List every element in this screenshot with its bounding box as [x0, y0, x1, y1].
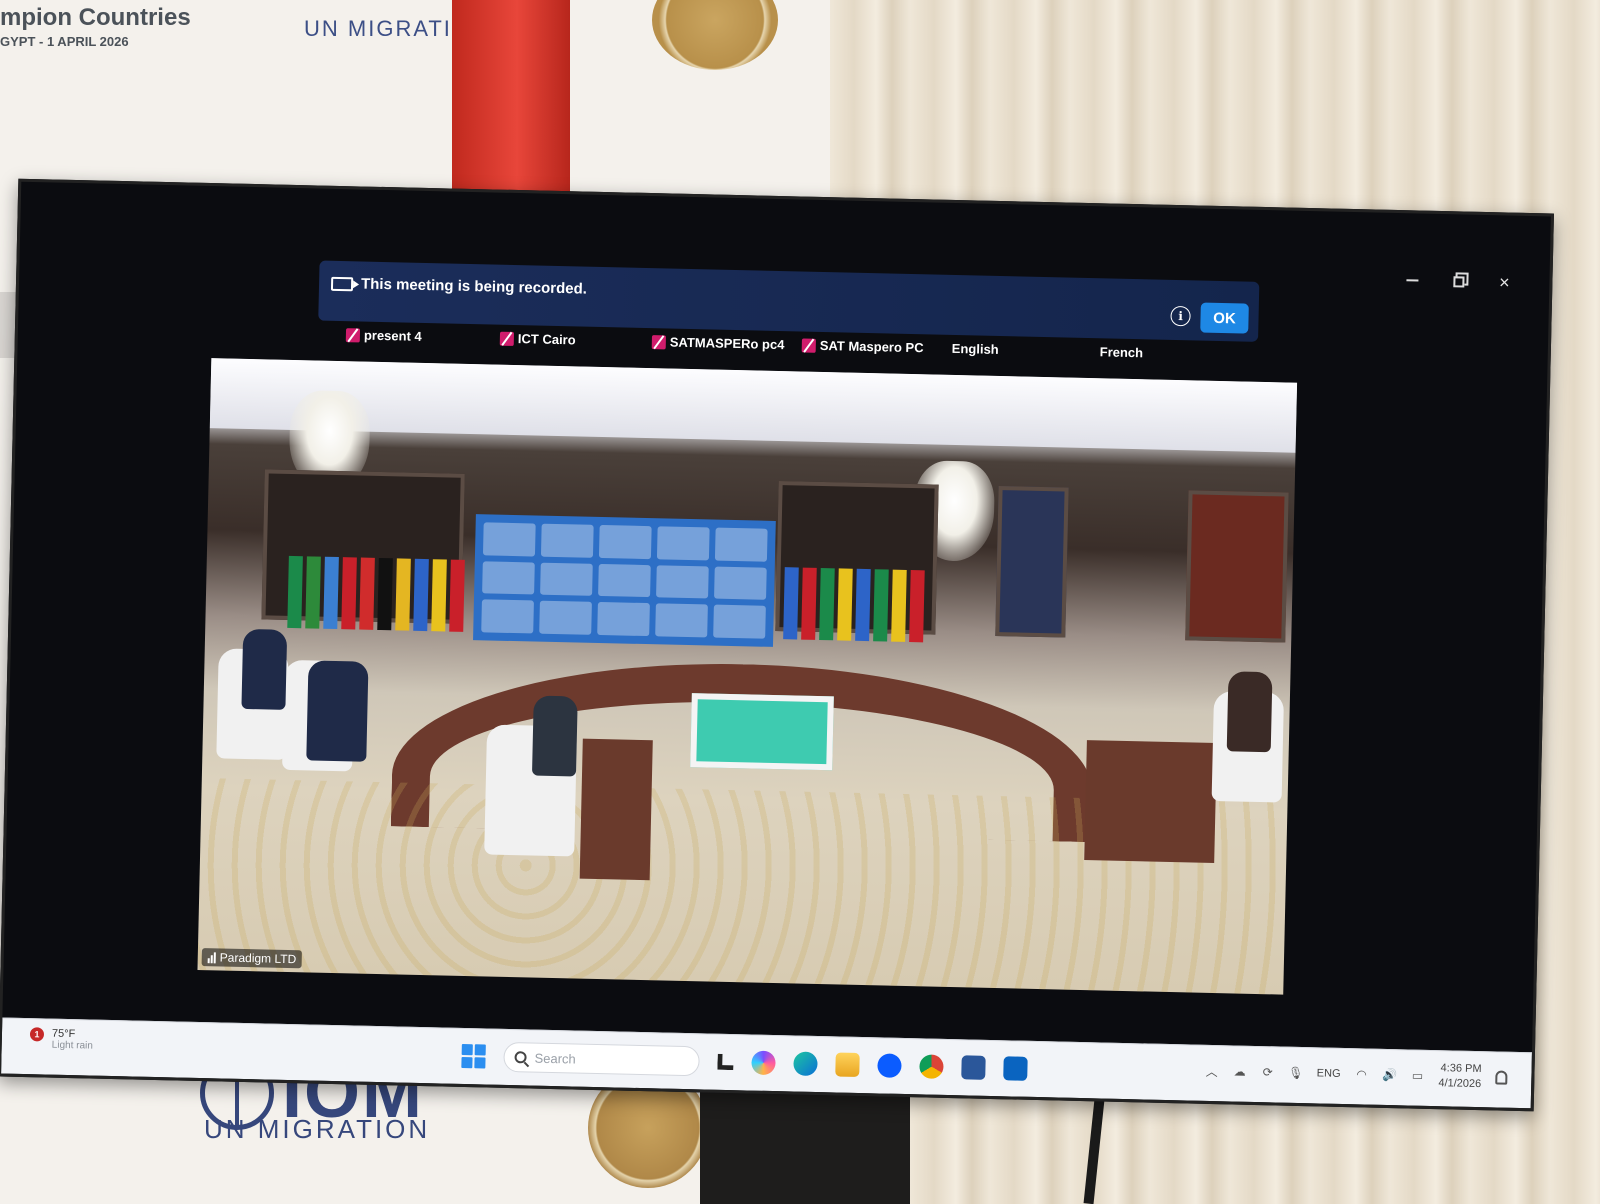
- participant-name: present 4: [363, 327, 422, 344]
- notification-bell-icon[interactable]: [1495, 1070, 1508, 1085]
- flag: [449, 559, 465, 632]
- word-icon[interactable]: [961, 1055, 986, 1080]
- participant-present-4[interactable]: present 4: [345, 327, 422, 344]
- microphone-icon[interactable]: 🎙: [1288, 1066, 1304, 1080]
- wall-door: [1185, 490, 1289, 643]
- chrome-icon[interactable]: [919, 1054, 944, 1079]
- event-backdrop: [473, 514, 776, 647]
- banner-org-top: UN MIGRATIC: [304, 16, 470, 41]
- flag: [837, 568, 853, 641]
- edge-icon[interactable]: [793, 1051, 818, 1077]
- participant-name: SATMASPERo pc4: [669, 334, 785, 353]
- muted-mic-icon: [651, 334, 667, 349]
- window-controls: ×: [1403, 271, 1513, 293]
- recording-notice-text: This meeting is being recorded.: [360, 275, 588, 298]
- delegate: [306, 660, 369, 762]
- wifi-icon[interactable]: ◠: [1354, 1067, 1368, 1081]
- flag: [341, 557, 357, 630]
- ok-button[interactable]: OK: [1200, 302, 1249, 334]
- participant-english[interactable]: English: [952, 341, 999, 357]
- tile-name: Paradigm LTD: [219, 950, 297, 967]
- clock[interactable]: 4:36 PM 4/1/2026: [1438, 1061, 1481, 1092]
- banner-title: mpion Countries: [0, 4, 191, 31]
- participant-sat-maspero-pc[interactable]: SAT Maspero PC: [801, 337, 924, 356]
- search-icon: [514, 1051, 527, 1064]
- active-speaker-video[interactable]: Paradigm LTD: [197, 358, 1298, 995]
- flag: [891, 569, 907, 642]
- chevron-up-icon[interactable]: ︿: [1205, 1064, 1219, 1078]
- flag: [431, 559, 447, 632]
- sync-icon[interactable]: ⟳: [1261, 1065, 1275, 1079]
- seal-top-emblem: [652, 0, 778, 70]
- copilot-icon[interactable]: [751, 1050, 776, 1076]
- flag: [909, 570, 925, 643]
- taskbar-apps: Search: [461, 1041, 1028, 1084]
- flag: [287, 555, 303, 629]
- muted-mic-icon: [499, 331, 515, 346]
- flag: [801, 567, 817, 640]
- flag: [855, 568, 871, 642]
- search-placeholder: Search: [534, 1050, 576, 1067]
- muted-mic-icon: [345, 327, 361, 342]
- participant-satmaspero-pc4[interactable]: SATMASPERo pc4: [651, 334, 785, 353]
- restore-button[interactable]: [1449, 272, 1467, 290]
- flag: [395, 558, 411, 631]
- weather-temperature: 75°F: [51, 1027, 76, 1041]
- desk-left: [579, 738, 653, 881]
- flag: [413, 558, 429, 632]
- volume-icon[interactable]: 🔊: [1382, 1068, 1397, 1082]
- clock-date: 4/1/2026: [1438, 1077, 1482, 1091]
- desk-right: [1084, 740, 1217, 863]
- logo-subtitle: UN MIGRATION: [204, 1114, 431, 1144]
- flag: [819, 567, 835, 641]
- weather-condition: Light rain: [51, 1039, 93, 1052]
- muted-mic-icon: [801, 338, 816, 353]
- participant-french[interactable]: French: [1100, 344, 1144, 360]
- restore-icon: [1452, 275, 1465, 288]
- info-icon[interactable]: i: [1170, 305, 1191, 327]
- delegate: [531, 695, 578, 777]
- taskbar-search[interactable]: Search: [503, 1041, 700, 1077]
- monitor-screen: × This meeting is being recorded. i OK p…: [0, 178, 1554, 1112]
- system-tray: ︿ ☁ ⟳ 🎙 ENG ◠ 🔊 ▭ 4:36 PM 4/1/2026: [1204, 1056, 1508, 1093]
- participant-ict-cairo[interactable]: ICT Cairo: [499, 331, 576, 348]
- clock-time: 4:36 PM: [1440, 1062, 1482, 1076]
- red-flag: [452, 0, 570, 220]
- signal-icon: [207, 951, 216, 963]
- participant-name: French: [1099, 344, 1144, 361]
- delegate: [1226, 671, 1273, 753]
- close-icon: ×: [1498, 271, 1510, 293]
- tile-name-label: Paradigm LTD: [201, 948, 303, 969]
- weather-alert-badge: 1: [29, 1027, 45, 1042]
- flag: [377, 557, 393, 631]
- flag: [783, 567, 799, 640]
- zoom-icon[interactable]: [877, 1053, 902, 1078]
- close-button[interactable]: ×: [1495, 271, 1513, 293]
- onedrive-icon[interactable]: ☁: [1233, 1064, 1247, 1078]
- banner-date: GYPT - 1 APRIL 2026: [0, 34, 129, 49]
- recording-camera-icon: [330, 276, 354, 292]
- file-icon[interactable]: [717, 1054, 733, 1070]
- flag: [323, 556, 339, 630]
- battery-icon[interactable]: ▭: [1410, 1069, 1424, 1083]
- participant-name: SAT Maspero PC: [819, 337, 924, 356]
- participant-name: English: [951, 340, 999, 357]
- minimize-button[interactable]: [1403, 271, 1421, 289]
- delegate: [241, 628, 288, 710]
- flag: [305, 556, 321, 629]
- flag: [873, 569, 889, 642]
- flag: [359, 557, 375, 630]
- outlook-icon[interactable]: [1003, 1056, 1028, 1081]
- participant-name: ICT Cairo: [517, 331, 576, 348]
- start-button[interactable]: [461, 1043, 486, 1069]
- language-indicator[interactable]: ENG: [1317, 1067, 1341, 1080]
- weather-widget[interactable]: 1 75°F Light rain: [29, 1027, 94, 1052]
- weather-text: 75°F Light rain: [52, 1028, 94, 1052]
- minimize-icon: [1406, 279, 1419, 282]
- center-display: [690, 693, 834, 771]
- wall-panel: [995, 486, 1069, 638]
- explorer-icon[interactable]: [835, 1052, 860, 1077]
